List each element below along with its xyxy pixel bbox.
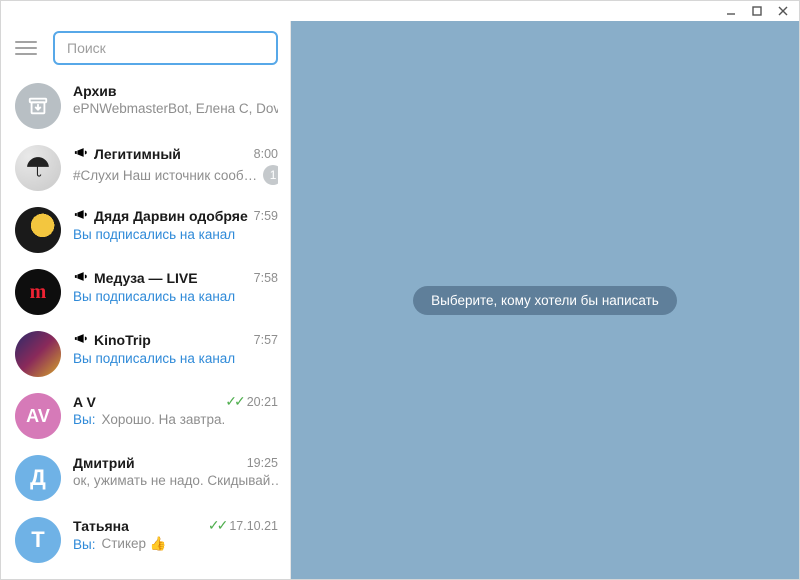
menu-button[interactable] — [15, 35, 41, 61]
chat-preview: #Слухи Наш источник сооб… 1 — [73, 165, 278, 185]
chat-meta: 19:25 — [247, 456, 278, 470]
archive-row[interactable]: Архив ePNWebmasterBot, Елена С, Dov… — [1, 75, 290, 137]
chat-time: 7:58 — [254, 271, 278, 285]
empty-state-message: Выберите, кому хотели бы написать — [413, 286, 677, 315]
chat-time: 20:21 — [247, 395, 278, 409]
archive-preview: ePNWebmasterBot, Елена С, Dov… — [73, 101, 278, 116]
chat-preview: Вы: Хорошо. На завтра. — [73, 412, 278, 427]
left-panel: Архив ePNWebmasterBot, Елена С, Dov… Лег… — [1, 21, 291, 579]
chat-row[interactable]: Д Дмитрий 19:25 ок, ужимать не надо. Скидыв… — [1, 447, 290, 509]
chat-title: Татьяна — [73, 518, 202, 534]
megaphone-icon — [73, 145, 88, 163]
chat-title: KinoTrip — [73, 331, 248, 349]
megaphone-icon — [73, 331, 88, 349]
unread-badge: 1 — [263, 165, 278, 185]
chat-row[interactable]: KinoTrip 7:57 Вы подписались на канал — [1, 323, 290, 385]
chat-preview: Вы подписались на канал — [73, 227, 278, 242]
read-checks-icon: ✓✓ — [208, 517, 225, 534]
archive-icon — [15, 83, 61, 129]
chat-row[interactable]: AV A V ✓✓ 20:21 Вы: Хорошо. На завтра. — [1, 385, 290, 447]
chat-meta: 8:00 — [254, 147, 278, 161]
archive-label: Архив — [73, 83, 116, 99]
chat-time: 19:25 — [247, 456, 278, 470]
megaphone-icon — [73, 269, 88, 287]
main-split: Архив ePNWebmasterBot, Елена С, Dov… Лег… — [1, 21, 799, 579]
chat-preview: Вы: Стикер 👍 — [73, 536, 278, 552]
titlebar — [1, 1, 799, 21]
chat-row[interactable]: Дядя Дарвин одобряе… 7:59 Вы подписались н… — [1, 199, 290, 261]
chat-time: 8:00 — [254, 147, 278, 161]
avatar — [15, 207, 61, 253]
chat-row[interactable]: m Медуза — LIVE 7:58 Вы подписались на кана… — [1, 261, 290, 323]
close-icon[interactable] — [777, 5, 789, 17]
chat-title: A V — [73, 394, 219, 410]
maximize-icon[interactable] — [751, 5, 763, 17]
chat-row[interactable]: Легитимный 8:00 #Слухи Наш источник сооб… … — [1, 137, 290, 199]
chat-preview: Вы подписались на канал — [73, 351, 278, 366]
search-input[interactable] — [53, 31, 278, 65]
chat-preview: Вы подписались на канал — [73, 289, 278, 304]
chat-meta: ✓✓ 17.10.21 — [208, 517, 278, 534]
avatar: AV — [15, 393, 61, 439]
megaphone-icon — [73, 207, 88, 225]
chat-title: Дядя Дарвин одобряе… — [73, 207, 248, 225]
chat-time: 17.10.21 — [229, 519, 278, 533]
right-panel: Выберите, кому хотели бы написать — [291, 21, 799, 579]
search-row — [1, 21, 290, 75]
avatar — [15, 331, 61, 377]
chat-meta: 7:57 — [254, 333, 278, 347]
chat-time: 7:59 — [254, 209, 278, 223]
avatar: Д — [15, 455, 61, 501]
app-window: Архив ePNWebmasterBot, Елена С, Dov… Лег… — [0, 0, 800, 580]
avatar — [15, 145, 61, 191]
chat-title: Легитимный — [73, 145, 248, 163]
avatar: Т — [15, 517, 61, 563]
chat-time: 7:57 — [254, 333, 278, 347]
chat-title: Медуза — LIVE — [73, 269, 248, 287]
chat-meta: ✓✓ 20:21 — [225, 393, 278, 410]
chat-preview: ок, ужимать не надо. Скидывай… — [73, 473, 278, 488]
chat-row[interactable]: Т Татьяна ✓✓ 17.10.21 Вы: Стикер 👍 — [1, 509, 290, 571]
read-checks-icon: ✓✓ — [225, 393, 242, 410]
avatar: m — [15, 269, 61, 315]
chat-meta: 7:59 — [254, 209, 278, 223]
chat-title: Дмитрий — [73, 455, 241, 471]
chat-meta: 7:58 — [254, 271, 278, 285]
minimize-icon[interactable] — [725, 5, 737, 17]
chat-list: Архив ePNWebmasterBot, Елена С, Dov… Лег… — [1, 75, 290, 579]
